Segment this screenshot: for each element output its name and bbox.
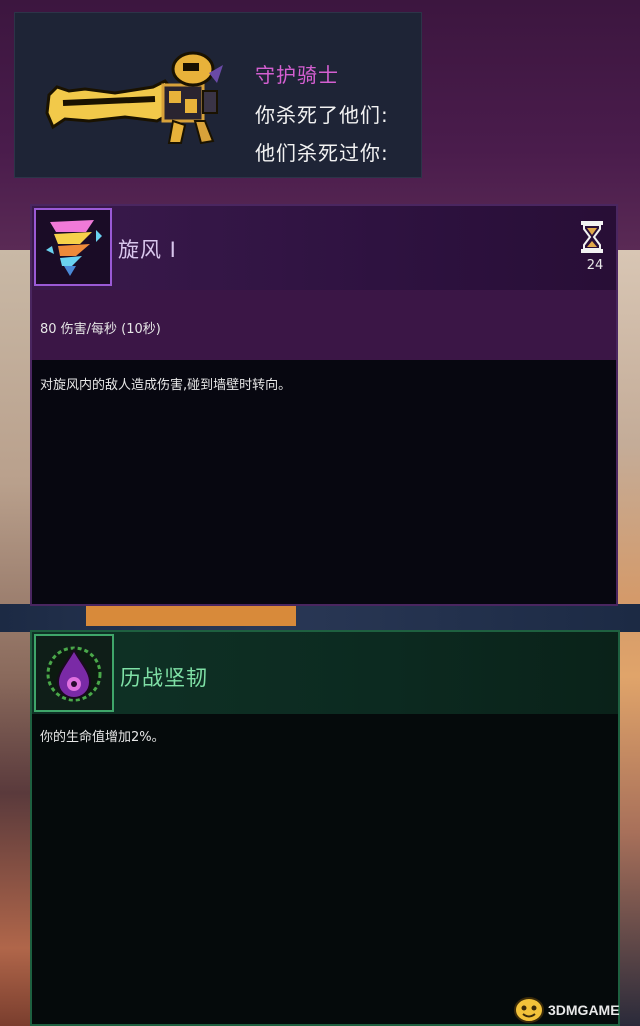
purple-drop-icon — [46, 646, 102, 702]
mutation-description: 你的生命值增加2%。 — [40, 730, 165, 745]
skill-icon-frame — [34, 208, 112, 286]
kills-label: 你杀死了他们: — [255, 103, 389, 127]
mutation-icon-frame — [34, 634, 114, 712]
skill-description: 对旋风内的敌人造成伤害,碰到墙壁时转向。 — [40, 378, 292, 393]
background-left-scenery — [0, 250, 32, 1026]
hourglass-icon — [581, 221, 603, 253]
cooldown-value: 24 — [586, 258, 604, 273]
mutation-card[interactable]: 历战坚韧 你的生命值增加2%。 — [30, 630, 620, 1026]
kill-stats-panel: 守护骑士 你杀死了他们: 他们杀死过你: — [14, 12, 422, 178]
enemy-name: 守护骑士 — [255, 63, 339, 87]
whirlwind-icon — [46, 220, 102, 276]
mutation-name: 历战坚韧 — [120, 666, 208, 690]
golden-sword-icon — [45, 51, 223, 145]
skill-stat-row: 80 伤害/每秒 (10秒) — [32, 290, 616, 360]
watermark-text: 3DMGAME — [548, 1002, 620, 1018]
deaths-label: 他们杀死过你: — [255, 141, 389, 165]
background-ledge — [86, 606, 296, 626]
skill-damage-stat: 80 伤害/每秒 (10秒) — [40, 322, 161, 337]
watermark-logo-icon — [514, 997, 544, 1023]
watermark: 3DMGAME — [512, 994, 636, 1024]
skill-card[interactable]: 旋风 Ⅰ 24 80 伤害/每秒 (10秒) 对旋风内的敌人造成伤害,碰到墙壁时… — [30, 204, 618, 606]
skill-name: 旋风 Ⅰ — [118, 238, 177, 262]
